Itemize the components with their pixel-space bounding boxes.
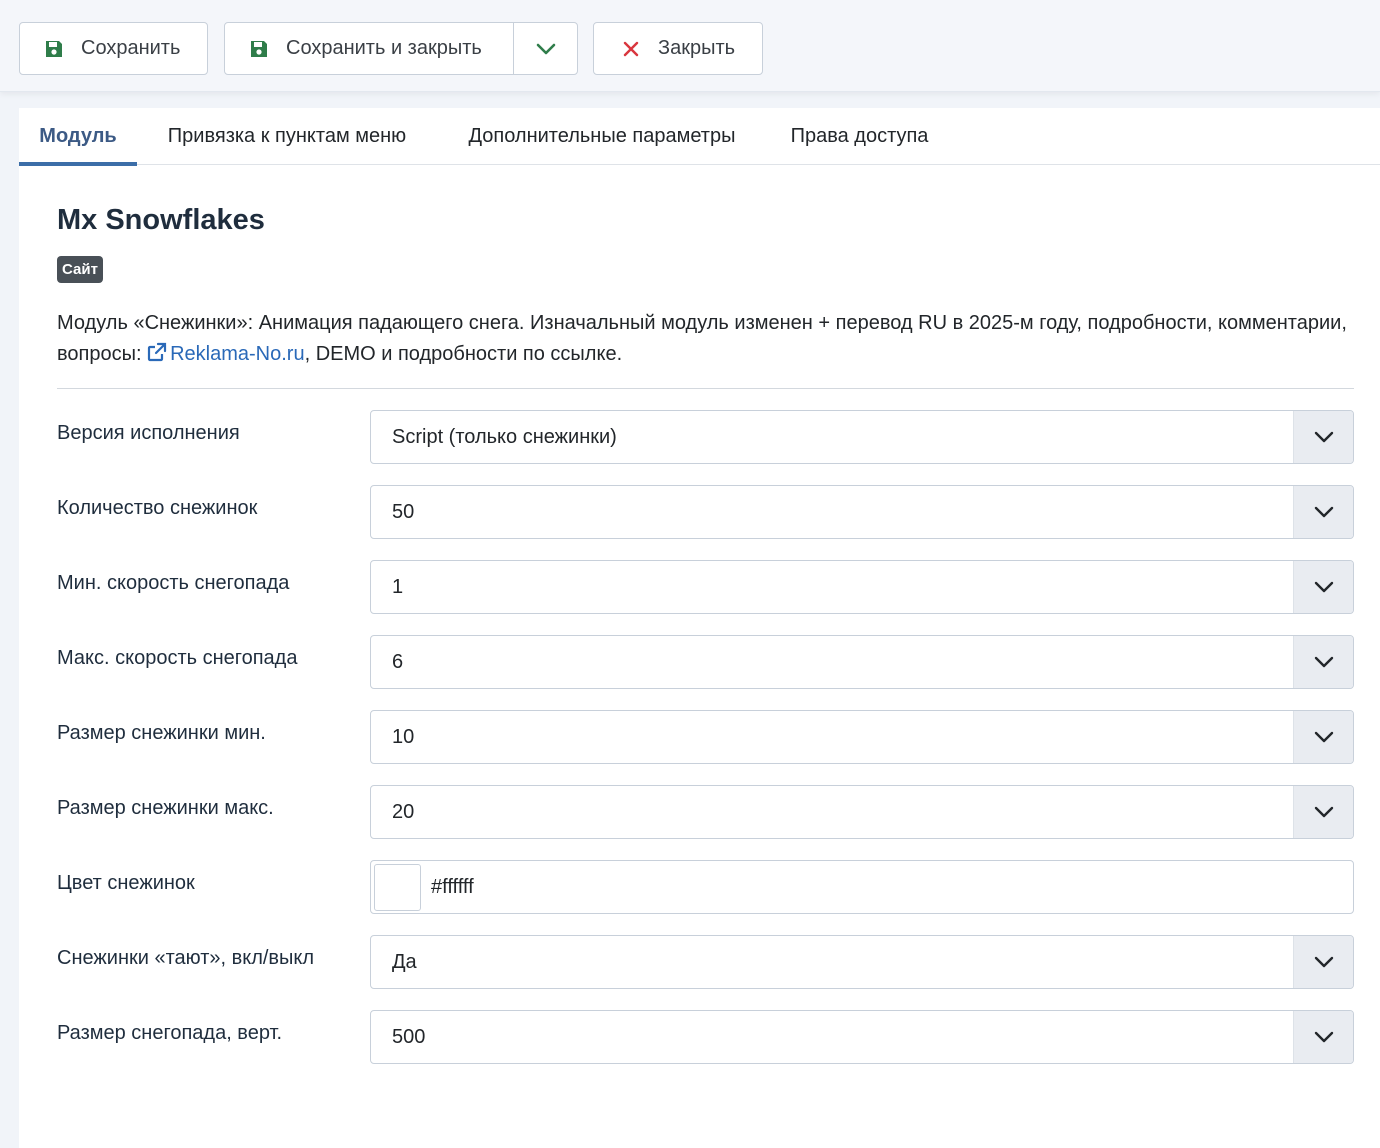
chevron-down-icon — [1293, 636, 1353, 688]
snowflake-count-select[interactable]: 50 — [370, 485, 1354, 539]
chevron-down-icon — [1293, 936, 1353, 988]
field-row-min-size: Размер снежинки мин. 10 — [57, 710, 1354, 764]
module-title: Mx Snowflakes — [57, 204, 265, 236]
save-options-dropdown-button[interactable] — [513, 23, 577, 74]
module-edit-panel: Модуль Привязка к пунктам меню Дополните… — [19, 108, 1380, 1148]
select-value: 6 — [392, 650, 404, 673]
close-icon — [620, 38, 642, 60]
max-size-select[interactable]: 20 — [370, 785, 1354, 839]
save-label: Сохранить — [81, 37, 181, 59]
chevron-down-icon — [1293, 711, 1353, 763]
field-label: Размер снежинки мин. — [57, 722, 266, 744]
select-value: Да — [392, 950, 417, 973]
field-row-max-speed: Макс. скорость снегопада 6 — [57, 635, 1354, 689]
save-close-button[interactable]: Сохранить и закрыть — [224, 22, 578, 75]
select-value: 500 — [392, 1025, 426, 1048]
color-swatch[interactable] — [374, 863, 421, 911]
field-row-max-size: Размер снежинки макс. 20 — [57, 785, 1354, 839]
version-select[interactable]: Script (только снежинки) — [370, 410, 1354, 464]
chevron-down-icon — [1293, 486, 1353, 538]
close-button[interactable]: Закрыть — [593, 22, 763, 75]
field-row-height: Размер снегопада, верт. 500 — [57, 1010, 1354, 1064]
min-speed-select[interactable]: 1 — [370, 560, 1354, 614]
chevron-down-icon — [1293, 561, 1353, 613]
field-label: Количество снежинок — [57, 497, 258, 519]
tab-advanced[interactable]: Дополнительные параметры — [437, 108, 767, 165]
save-button[interactable]: Сохранить — [19, 22, 208, 75]
field-label: Снежинки «тают», вкл/выкл — [57, 947, 315, 969]
field-label: Макс. скорость снегопада — [57, 647, 298, 669]
field-label: Версия исполнения — [57, 422, 240, 444]
module-description: Модуль «Снежинки»: Анимация падающего сн… — [57, 308, 1347, 370]
field-label: Цвет снежинок — [57, 872, 195, 894]
save-icon — [248, 38, 270, 60]
color-value: #ffffff — [431, 875, 474, 898]
field-row-color: Цвет снежинок #ffffff — [57, 860, 1354, 914]
field-row-count: Количество снежинок 50 — [57, 485, 1354, 539]
select-value: 10 — [392, 725, 415, 748]
tab-menu-assignment[interactable]: Привязка к пунктам меню — [137, 108, 437, 165]
tab-module[interactable]: Модуль — [19, 108, 137, 166]
select-value: 1 — [392, 575, 404, 598]
save-close-label: Сохранить и закрыть — [286, 37, 482, 59]
chevron-down-icon — [1293, 786, 1353, 838]
field-label: Размер снегопада, верт. — [57, 1022, 283, 1044]
select-value: Script (только снежинки) — [392, 425, 617, 448]
chevron-down-icon — [1293, 1011, 1353, 1063]
field-row-melt: Снежинки «тают», вкл/выкл Да — [57, 935, 1354, 989]
save-icon — [43, 38, 65, 60]
chevron-down-icon — [1293, 411, 1353, 463]
color-input[interactable]: #ffffff — [370, 860, 1354, 914]
link-text: Reklama-No.ru — [170, 343, 305, 365]
external-link-icon — [147, 342, 167, 362]
field-label: Мин. скорость снегопада — [57, 572, 290, 594]
divider — [57, 388, 1354, 389]
max-speed-select[interactable]: 6 — [370, 635, 1354, 689]
field-row-min-speed: Мин. скорость снегопада 1 — [57, 560, 1354, 614]
snowfall-height-select[interactable]: 500 — [370, 1010, 1354, 1064]
description-tail: , DEMO и подробности по ссылке. — [304, 343, 623, 365]
tab-bar: Модуль Привязка к пунктам меню Дополните… — [19, 108, 1380, 166]
tab-permissions[interactable]: Права доступа — [767, 108, 952, 165]
chevron-down-icon — [536, 43, 555, 54]
client-badge: Сайт — [57, 256, 103, 283]
select-value: 20 — [392, 800, 415, 823]
toolbar: Сохранить Сохранить и закрыть Закрыть — [0, 0, 1380, 92]
close-label: Закрыть — [658, 37, 736, 59]
min-size-select[interactable]: 10 — [370, 710, 1354, 764]
field-label: Размер снежинки макс. — [57, 797, 274, 819]
select-value: 50 — [392, 500, 415, 523]
melt-toggle-select[interactable]: Да — [370, 935, 1354, 989]
reklama-link[interactable]: Reklama-No.ru — [147, 342, 305, 365]
field-row-version: Версия исполнения Script (только снежинк… — [57, 410, 1354, 464]
